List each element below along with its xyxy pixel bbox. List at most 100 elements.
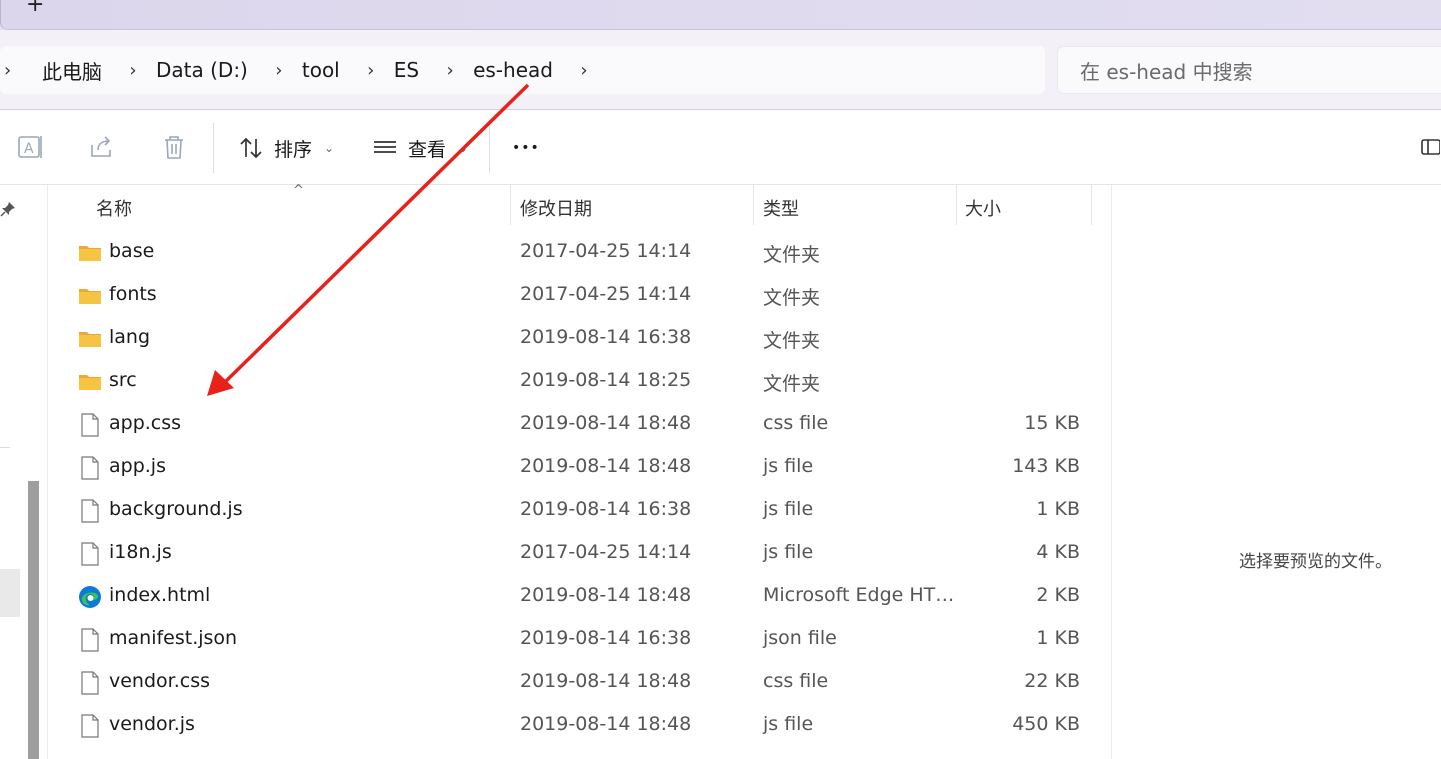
column-divider[interactable] [1091, 185, 1092, 225]
file-name: src [109, 369, 137, 391]
column-divider[interactable] [510, 185, 511, 225]
svg-text:A: A [24, 141, 34, 157]
file-row[interactable]: manifest.json 2019-08-14 16:38 json file 1 … [48, 618, 1110, 661]
search-placeholder: 在 es-head 中搜索 [1080, 59, 1253, 84]
sort-button[interactable]: 排序 ⌄ [238, 131, 334, 165]
file-name: app.css [109, 412, 182, 434]
file-name: base [109, 240, 155, 262]
file-row[interactable]: src 2019-08-14 18:25 文件夹 [48, 360, 1110, 403]
file-row[interactable]: vendor.css 2019-08-14 18:48 css file 22 KB [48, 661, 1110, 704]
details-pane-icon[interactable] [1420, 137, 1440, 157]
column-header-name[interactable]: 名称 [96, 195, 132, 221]
delete-icon[interactable] [160, 133, 188, 161]
file-type: 文件夹 [763, 373, 821, 395]
new-tab-button[interactable]: + [26, 0, 44, 16]
column-header-size[interactable]: 大小 [965, 195, 1001, 221]
file-type: css file [763, 670, 829, 692]
file-size: 143 KB [1012, 455, 1080, 477]
file-size: 22 KB [1024, 670, 1080, 692]
breadcrumb-item-es-head[interactable]: es-head [469, 58, 557, 82]
file-size: 1 KB [1036, 498, 1080, 520]
sort-icon [240, 137, 262, 159]
toolbar-divider [489, 123, 490, 173]
file-row[interactable]: i18n.js 2017-04-25 14:14 js file 4 KB [48, 532, 1110, 575]
file-name: fonts [109, 283, 157, 305]
breadcrumb[interactable]: › 此电脑 › Data (D:) › tool › ES › es-head … [0, 46, 1045, 94]
chevron-right-icon[interactable]: › [264, 60, 294, 81]
file-modified: 2019-08-14 16:38 [520, 627, 692, 649]
file-row[interactable]: app.css 2019-08-14 18:48 css file 15 KB [48, 403, 1110, 446]
address-bar: › 此电脑 › Data (D:) › tool › ES › es-head … [0, 30, 1441, 110]
tab-strip: + [0, 0, 1441, 30]
breadcrumb-item-this-pc[interactable]: 此电脑 [38, 56, 106, 85]
file-type: json file [763, 627, 837, 649]
file-modified: 2019-08-14 18:48 [520, 713, 692, 735]
breadcrumb-item-tool[interactable]: tool [298, 58, 344, 82]
column-divider[interactable] [753, 185, 754, 225]
file-type: Microsoft Edge HT… [763, 584, 955, 606]
file-row[interactable]: background.js 2019-08-14 16:38 js file 1 KB [48, 489, 1110, 532]
file-modified: 2019-08-14 16:38 [520, 498, 692, 520]
file-modified: 2019-08-14 16:38 [520, 326, 692, 348]
file-type: 文件夹 [763, 244, 821, 266]
file-row[interactable]: vendor.js 2019-08-14 18:48 js file 450 KB [48, 704, 1110, 747]
sort-label: 排序 [274, 138, 313, 161]
pin-icon[interactable] [0, 201, 16, 217]
breadcrumb-item-es[interactable]: ES [390, 58, 423, 82]
file-modified: 2019-08-14 18:48 [520, 412, 692, 434]
file-name: app.js [109, 455, 166, 477]
file-size: 1 KB [1036, 627, 1080, 649]
file-row[interactable]: index.html 2019-08-14 18:48 Microsoft Edge… [48, 575, 1110, 618]
file-type: 文件夹 [763, 330, 821, 352]
view-list-icon [374, 141, 396, 153]
column-header-row: ^ 名称 修改日期 类型 大小 [48, 183, 1110, 225]
file-modified: 2017-04-25 14:14 [520, 541, 692, 563]
chevron-right-icon[interactable]: › [435, 60, 465, 81]
view-label: 查看 [408, 138, 447, 161]
file-name: i18n.js [109, 541, 172, 563]
nav-divider [0, 447, 10, 448]
chevron-right-icon[interactable]: › [0, 60, 20, 81]
more-icon: ••• [512, 140, 540, 156]
file-name: lang [109, 326, 151, 348]
file-size: 15 KB [1024, 412, 1080, 434]
preview-empty-text: 选择要预览的文件。 [1239, 552, 1392, 572]
file-type: js file [763, 713, 814, 735]
column-header-modified[interactable]: 修改日期 [520, 195, 592, 221]
rename-icon[interactable]: A [16, 133, 44, 161]
file-size: 2 KB [1036, 584, 1080, 606]
file-row[interactable]: fonts 2017-04-25 14:14 文件夹 [48, 274, 1110, 317]
chevron-right-icon[interactable]: › [569, 60, 599, 81]
chevron-right-icon[interactable]: › [118, 60, 148, 81]
active-tab[interactable] [0, 0, 1441, 30]
file-type: 文件夹 [763, 287, 821, 309]
file-name: vendor.css [109, 670, 211, 692]
chevron-right-icon[interactable]: › [356, 60, 386, 81]
file-modified: 2019-08-14 18:48 [520, 670, 692, 692]
file-list: ^ 名称 修改日期 类型 大小 base 2017-04-25 14:14 文件夹 f… [48, 83, 1110, 759]
chevron-down-icon: ⌄ [458, 141, 469, 155]
share-icon[interactable] [88, 133, 116, 161]
file-row[interactable]: base 2017-04-25 14:14 文件夹 [48, 231, 1110, 274]
search-input[interactable]: 在 es-head 中搜索 [1057, 46, 1441, 94]
more-options-button[interactable]: ••• [512, 131, 540, 165]
file-modified: 2019-08-14 18:25 [520, 369, 692, 391]
nav-selected-item[interactable] [0, 569, 20, 617]
file-name: index.html [109, 584, 211, 606]
breadcrumb-item-drive[interactable]: Data (D:) [152, 58, 252, 82]
file-row[interactable]: lang 2019-08-14 16:38 文件夹 [48, 317, 1110, 360]
command-bar: A 排序 ⌄ 查看 ⌄ ••• [0, 111, 1441, 185]
preview-pane: 选择要预览的文件。 [1111, 185, 1441, 759]
file-modified: 2017-04-25 14:14 [520, 240, 692, 262]
sort-ascending-icon: ^ [293, 183, 304, 198]
chevron-down-icon: ⌄ [324, 141, 335, 155]
file-size: 450 KB [1012, 713, 1080, 735]
file-type: js file [763, 498, 814, 520]
view-button[interactable]: 查看 ⌄ [372, 131, 468, 165]
nav-scrollbar[interactable] [28, 481, 39, 759]
toolbar-divider [213, 123, 214, 173]
column-header-type[interactable]: 类型 [763, 195, 799, 221]
column-divider[interactable] [956, 185, 957, 225]
file-name: background.js [109, 498, 243, 520]
file-row[interactable]: app.js 2019-08-14 18:48 js file 143 KB [48, 446, 1110, 489]
